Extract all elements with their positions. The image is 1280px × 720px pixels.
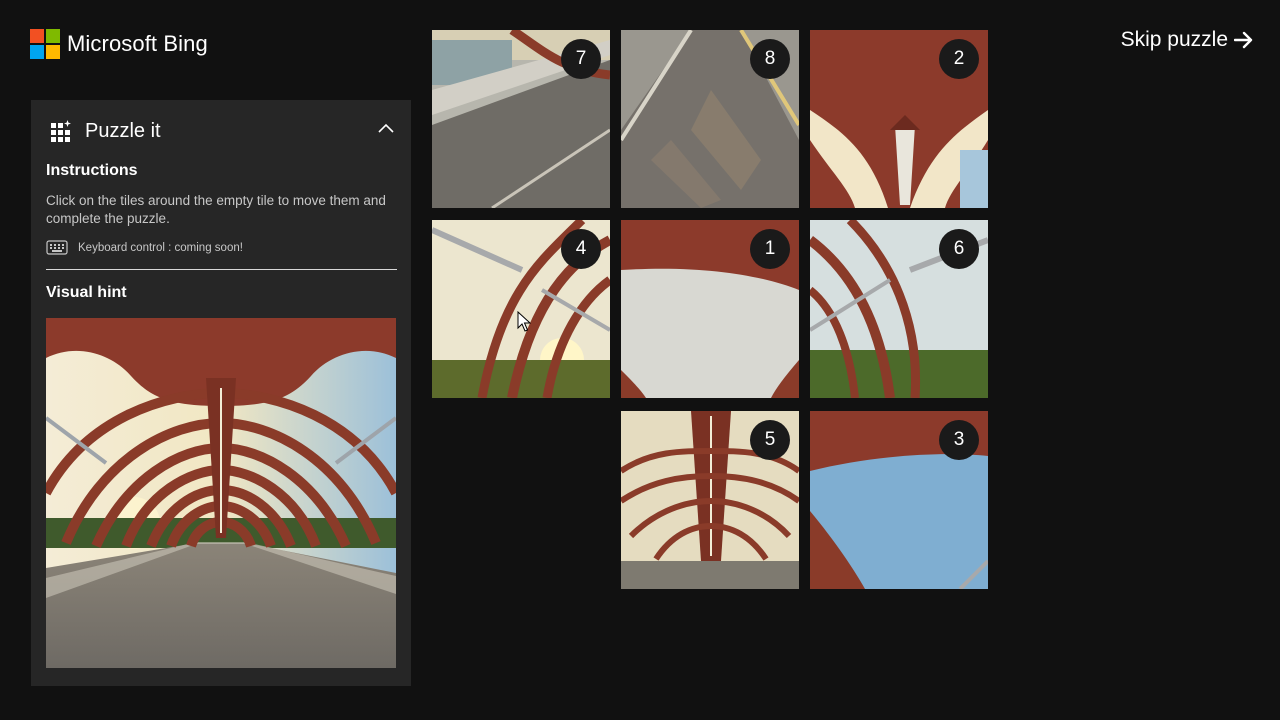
puzzle-tile[interactable]: 6 [810,220,988,398]
tile-number: 8 [750,39,790,79]
keyboard-icon [46,240,68,255]
mouse-cursor-icon [517,311,531,332]
puzzle-tile[interactable]: 5 [621,411,799,589]
tile-number: 5 [750,420,790,460]
bing-brand[interactable]: Microsoft Bing [30,29,208,59]
puzzle-tile[interactable]: 3 [810,411,988,589]
tile-number: 6 [939,229,979,269]
keyboard-note: Keyboard control : coming soon! [46,240,243,255]
visual-hint-heading: Visual hint [46,284,127,301]
puzzle-panel: Puzzle it Instructions Click on the tile… [31,100,411,686]
instructions-heading: Instructions [46,162,138,179]
skip-puzzle-label: Skip puzzle [1120,28,1228,51]
skip-puzzle-button[interactable]: Skip puzzle [1121,28,1254,52]
divider [46,269,397,270]
panel-title: Puzzle it [85,119,161,142]
arrow-right-icon [1234,31,1253,49]
brand-name: Microsoft Bing [67,31,208,56]
keyboard-note-text: Keyboard control : coming soon! [78,241,243,254]
panel-header[interactable]: Puzzle it [31,100,411,162]
tile-number: 4 [561,229,601,269]
puzzle-tile[interactable]: 8 [621,30,799,208]
puzzle-tile[interactable]: 1 [621,220,799,398]
puzzle-board: 7 8 2 4 1 6 5 3 [432,30,988,590]
puzzle-tile[interactable]: 2 [810,30,988,208]
tile-number: 1 [750,229,790,269]
chevron-up-icon[interactable] [377,122,395,134]
puzzle-tile[interactable]: 4 [432,220,610,398]
microsoft-logo-icon [30,29,60,59]
visual-hint-image [46,318,396,668]
instructions-text: Click on the tiles around the empty tile… [46,193,386,226]
grid-icon [51,120,71,142]
puzzle-tile[interactable]: 7 [432,30,610,208]
tile-number: 2 [939,39,979,79]
tile-number: 3 [939,420,979,460]
tile-number: 7 [561,39,601,79]
